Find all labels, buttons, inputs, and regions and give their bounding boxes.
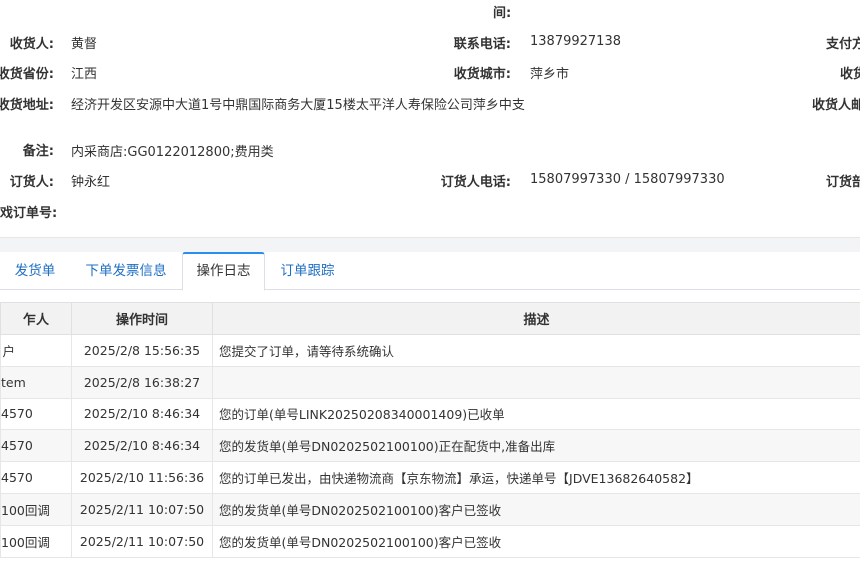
operator-cell: 100回调 <box>0 524 72 558</box>
tab-invoice-info[interactable]: 下单发票信息 <box>70 252 182 290</box>
phone-value: 13879927138 <box>530 34 621 49</box>
operator-column-header: 乍人 <box>0 302 72 335</box>
time-cell: 2025/2/8 16:38:27 <box>71 365 213 399</box>
orderer-value: 钟永红 <box>71 175 111 190</box>
remark-value: 内采商店:GG0122012800;费用类 <box>71 145 274 160</box>
tab-operation-log[interactable]: 操作日志 <box>182 252 265 291</box>
table-row: 4570 2025/2/10 11:56:36 您的订单已发出，由快递物流商【京… <box>0 461 860 494</box>
description-cell: 您的发货单(单号DN0202502100100)客户已签收 <box>212 524 860 558</box>
orderer-label: 订货人: <box>9 175 54 190</box>
operation-log-table: 乍人 操作时间 描述 户 2025/2/8 15:56:35 您提交了订单，请等… <box>0 302 860 558</box>
table-row: 户 2025/2/8 15:56:35 您提交了订单，请等待系统确认 <box>0 334 860 367</box>
operator-cell: tem <box>0 365 72 399</box>
description-cell: 您的发货单(单号DN0202502100100)客户已签收 <box>212 492 860 526</box>
description-cell: 您的订单(单号LINK20250208340001409)已收单 <box>212 397 860 431</box>
right-column-label-5: 订货部 <box>826 175 860 190</box>
city-value: 萍乡市 <box>530 67 570 82</box>
time-cell: 2025/2/10 11:56:36 <box>71 461 213 494</box>
time-column-header: 操作时间 <box>71 302 213 335</box>
orderer-phone-label: 订货人电话: <box>440 175 511 190</box>
table-row: 100回调 2025/2/11 10:07:50 您的发货单(单号DN02025… <box>0 492 860 526</box>
address-value: 经济开发区安源中大道1号中鼎国际商务大厦15楼太平洋人寿保险公司萍乡中支 <box>71 98 525 113</box>
time-cell: 2025/2/8 15:56:35 <box>71 334 213 367</box>
time-cell: 2025/2/10 8:46:34 <box>71 397 213 431</box>
table-header-row: 乍人 操作时间 描述 <box>0 302 860 335</box>
operator-cell: 4570 <box>0 461 72 494</box>
payment-method-label: 支付方 <box>826 37 860 52</box>
province-value: 江西 <box>71 67 98 82</box>
orderer-phone-value: 15807997330 / 15807997330 <box>530 172 725 187</box>
operator-cell: 4570 <box>0 429 72 463</box>
description-cell: 您提交了订单，请等待系统确认 <box>212 334 860 367</box>
city-label: 收货城市: <box>453 67 511 82</box>
order-number-label: 戏订单号: <box>0 206 58 221</box>
consignee-label: 收货人: <box>9 37 54 52</box>
tab-order-tracking[interactable]: 订单跟踪 <box>265 252 350 290</box>
address-label: 收货地址: <box>0 98 54 113</box>
remark-label: 备注: <box>22 144 54 159</box>
table-row: 4570 2025/2/10 8:46:34 您的发货单(单号DN0202502… <box>0 429 860 463</box>
operator-cell: 4570 <box>0 397 72 431</box>
tab-bar: 发货单 下单发票信息 操作日志 订单跟踪 <box>0 252 860 291</box>
table-row: tem 2025/2/8 16:38:27 <box>0 365 860 399</box>
description-column-header: 描述 <box>212 302 860 335</box>
operator-cell: 100回调 <box>0 492 72 526</box>
right-column-label-3: 收货人邮 <box>812 98 860 113</box>
consignee-value: 黄督 <box>71 37 98 52</box>
section-divider <box>0 238 860 252</box>
description-cell <box>212 365 860 399</box>
province-label: 收货省份: <box>0 67 54 82</box>
description-cell: 您的订单已发出，由快递物流商【京东物流】承运，快递单号【JDVE13682640… <box>212 461 860 494</box>
time-cell: 2025/2/11 10:07:50 <box>71 524 213 558</box>
time-cell: 2025/2/10 8:46:34 <box>71 429 213 463</box>
table-row: 4570 2025/2/10 8:46:34 您的订单(单号LINK202502… <box>0 397 860 431</box>
operator-cell: 户 <box>0 334 72 367</box>
tab-delivery-note[interactable]: 发货单 <box>0 252 70 290</box>
order-info-panel: 间: 收货人: 黄督 联系电话: 13879927138 支付方 收货省份: 江… <box>0 0 860 238</box>
phone-label: 联系电话: <box>453 37 511 52</box>
right-column-label-2: 收货 <box>840 67 860 82</box>
partial-time-label: 间: <box>493 6 512 21</box>
time-cell: 2025/2/11 10:07:50 <box>71 492 213 526</box>
table-row: 100回调 2025/2/11 10:07:50 您的发货单(单号DN02025… <box>0 524 860 558</box>
description-cell: 您的发货单(单号DN0202502100100)正在配货中,准备出库 <box>212 429 860 463</box>
